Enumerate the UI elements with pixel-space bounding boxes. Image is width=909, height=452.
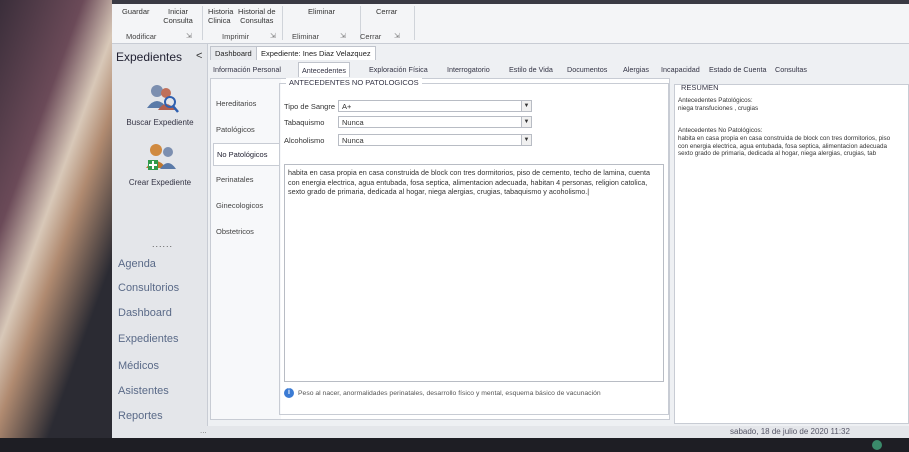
group-title: ANTECEDENTES NO PATOLOGICOS [286, 78, 422, 87]
tab-incapacidad[interactable]: Incapacidad [658, 62, 703, 77]
tab-informacion-personal[interactable]: Información Personal [210, 62, 284, 77]
tipo-sangre-select[interactable]: A+ ▼ [338, 100, 532, 112]
no-patologicos-group: ANTECEDENTES NO PATOLOGICOS Tipo de Sang… [279, 78, 669, 415]
nav-expedientes[interactable]: Expedientes [118, 333, 179, 345]
ribbon-separator [202, 6, 203, 40]
group-label-cerrar: Cerrar [360, 32, 382, 41]
tab-expediente[interactable]: Expediente: Ines Diaz Velazquez [256, 46, 376, 60]
resumen-title: RESUMEN [679, 84, 721, 92]
tipo-sangre-value: A+ [342, 102, 352, 111]
info-icon: i [284, 388, 294, 398]
chevron-down-icon[interactable]: ▼ [521, 117, 531, 127]
section-perinatales[interactable]: Perinatales [213, 169, 279, 190]
status-date: sabado, 18 de julio de 2020 11:32 [730, 427, 850, 436]
section-no-patologicos[interactable]: No Patológicos [213, 143, 279, 166]
guardar-button[interactable]: Guardar [122, 7, 150, 16]
alcoholismo-label: Alcoholismo [284, 136, 325, 145]
ribbon-separator [414, 6, 415, 40]
status-grip: ... [200, 426, 207, 435]
group-launcher-icon[interactable]: ⇲ [270, 32, 276, 40]
tab-antecedentes[interactable]: Antecedentes [298, 62, 350, 77]
add-user-icon[interactable] [144, 142, 180, 174]
tab-documentos[interactable]: Documentos [564, 62, 610, 77]
alcoholismo-value: Nunca [342, 136, 364, 145]
nav-medicos[interactable]: Médicos [118, 360, 159, 372]
section-ginecologicos[interactable]: Ginecologicos [213, 195, 279, 216]
section-patologicos[interactable]: Patológicos [213, 119, 279, 140]
hint-text: Peso al nacer, anormalidades perinatales… [298, 389, 601, 397]
cerrar-button[interactable]: Cerrar [376, 7, 397, 16]
tab-dashboard[interactable]: Dashboard [210, 46, 257, 60]
group-label-eliminar: Eliminar [292, 32, 320, 41]
tipo-sangre-label: Tipo de Sangre [284, 102, 336, 111]
nav-consultorios[interactable]: Consultorios [118, 282, 179, 294]
background-photo-edge [0, 0, 112, 452]
antecedentes-sections: Hereditarios Patológicos No Patológicos … [211, 79, 281, 419]
tab-estilo-de-vida[interactable]: Estilo de Vida [506, 62, 556, 77]
group-launcher-icon[interactable]: ⇲ [394, 32, 400, 40]
buscar-expediente-label[interactable]: Buscar Expediente [112, 118, 208, 127]
historia-clinica-button[interactable]: Historia Clinica [208, 7, 233, 25]
collapse-sidebar-icon[interactable]: < [196, 50, 202, 62]
chevron-down-icon[interactable]: ▼ [521, 135, 531, 145]
tab-alergias[interactable]: Alergias [620, 62, 652, 77]
ribbon-toolbar: Guardar Iniciar Consulta Historia Clinic… [112, 4, 909, 44]
group-launcher-icon[interactable]: ⇲ [340, 32, 346, 40]
sidebar-title: Expedientes [116, 50, 183, 64]
tab-interrogatorio[interactable]: Interrogatorio [444, 62, 493, 77]
nav-agenda[interactable]: Agenda [118, 258, 156, 270]
sidebar: Expedientes < Buscar Expediente Crear Ex… [112, 44, 208, 438]
tab-exploracion-fisica[interactable]: Exploración Física [366, 62, 431, 77]
crear-expediente-label[interactable]: Crear Expediente [112, 178, 208, 187]
chevron-down-icon[interactable]: ▼ [521, 101, 531, 111]
antecedentes-panel: Hereditarios Patológicos No Patológicos … [210, 78, 670, 420]
sidebar-divider-dots: ...... [152, 239, 174, 249]
nav-dashboard[interactable]: Dashboard [118, 307, 172, 319]
tray-app-icon[interactable] [872, 440, 882, 450]
historial-consultas-button[interactable]: Historial de Consultas [238, 7, 276, 25]
tabaquismo-select[interactable]: Nunca ▼ [338, 116, 532, 128]
resumen-text: Antecedentes Patológicos: niega transfuc… [678, 97, 891, 158]
resumen-panel: RESUMEN Antecedentes Patológicos: niega … [674, 84, 909, 424]
nav-asistentes[interactable]: Asistentes [118, 385, 169, 397]
monitor-bezel-bottom [0, 438, 909, 452]
section-hereditarios[interactable]: Hereditarios [213, 93, 279, 114]
notas-textarea[interactable]: habita en casa propia en casa construida… [284, 164, 664, 382]
app-window: Guardar Iniciar Consulta Historia Clinic… [112, 4, 909, 438]
status-bar: ... sabado, 18 de julio de 2020 11:32 [112, 426, 909, 438]
tab-estado-de-cuenta[interactable]: Estado de Cuenta [706, 62, 770, 77]
nav-reportes[interactable]: Reportes [118, 410, 163, 422]
alcoholismo-select[interactable]: Nunca ▼ [338, 134, 532, 146]
perinatales-hint: i Peso al nacer, anormalidades perinatale… [284, 388, 664, 412]
eliminar-button[interactable]: Eliminar [308, 7, 335, 16]
tabaquismo-label: Tabaquismo [284, 118, 325, 127]
group-launcher-icon[interactable]: ⇲ [186, 32, 192, 40]
tab-consultas[interactable]: Consultas [772, 62, 810, 77]
group-label-modificar: Modificar [126, 32, 157, 41]
search-users-icon[interactable] [144, 82, 180, 114]
tabaquismo-value: Nunca [342, 118, 364, 127]
section-obstetricos[interactable]: Obstetricos [213, 221, 279, 242]
ribbon-separator [282, 6, 283, 40]
group-label-imprimir: Imprimir [222, 32, 250, 41]
iniciar-consulta-button[interactable]: Iniciar Consulta [160, 7, 196, 25]
